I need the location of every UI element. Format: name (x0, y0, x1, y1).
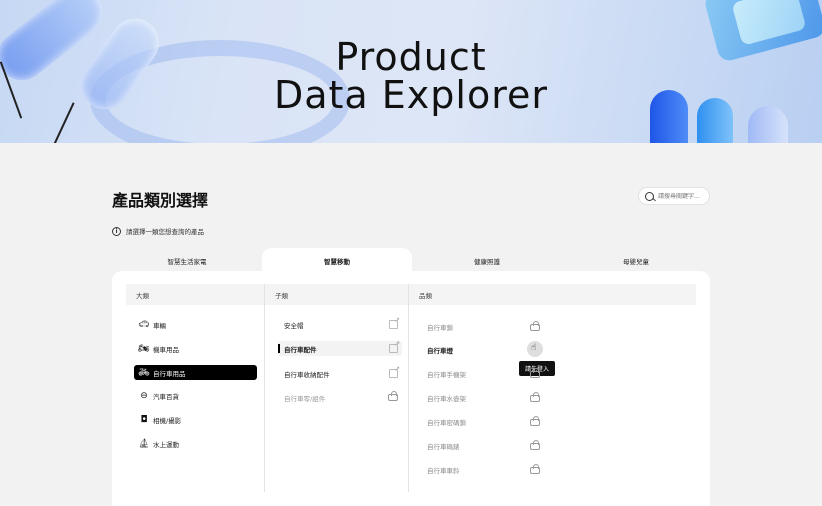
category-label: 自行車用品 (153, 369, 186, 378)
selector-card: 大類 子類 品類 🚗︎ 車輛 🏍︎ 機車用品 🚲︎ 自行車用品 ⊖ 汽車百貨 ◘ (112, 271, 710, 506)
subcategory-item-helmet[interactable]: 安全帽 (278, 316, 402, 332)
hero-title: Product Data Explorer (0, 38, 822, 114)
category-label: 車輛 (153, 322, 166, 330)
info-icon: i (112, 226, 121, 236)
subcategory-item-bike-storage[interactable]: 自行車收納配件 (278, 365, 402, 381)
lock-icon[interactable] (530, 392, 540, 402)
column-header-category: 大類 (126, 284, 264, 305)
hero-title-line1: Product (335, 35, 487, 79)
tab-smart-mobility[interactable]: 智慧移動 (262, 248, 412, 273)
column-header-label: 大類 (136, 291, 149, 300)
tab-label: 智慧生活家電 (167, 257, 207, 266)
lock-icon[interactable] (530, 368, 540, 378)
category-label: 汽車百貨 (153, 393, 179, 401)
car-icon: 🚗︎ (138, 320, 150, 330)
search-box[interactable] (638, 187, 710, 205)
tab-health-care[interactable]: 健康照護 (412, 248, 562, 273)
category-item-water-sports[interactable]: ⛵︎ 水上運動 (134, 437, 256, 451)
lock-icon[interactable] (530, 416, 540, 426)
subcategory-item-bike-parts[interactable]: 自行車零/組件 (278, 390, 402, 405)
hint-text: 請選擇一類您想查詢的產品 (126, 228, 204, 236)
lock-icon[interactable] (530, 321, 540, 331)
steering-wheel-icon: ⊖ (140, 391, 148, 401)
subcategory-item-bike-accessories[interactable]: 自行車配件 (278, 340, 402, 356)
camera-icon: ◘ (140, 415, 148, 425)
tab-mother-baby[interactable]: 母嬰兒童 (562, 248, 710, 273)
column-divider (264, 284, 265, 492)
column-header-label: 品類 (419, 291, 432, 300)
external-link-icon (389, 340, 400, 353)
section-title: 產品類別選擇 (112, 191, 209, 210)
search-input[interactable] (658, 192, 710, 200)
subcategory-label: 自行車配件 (284, 345, 317, 354)
tab-label: 母嬰兒童 (623, 257, 649, 266)
product-item[interactable]: 自行車燈 (427, 345, 453, 355)
external-link-icon (389, 365, 400, 378)
bicycle-icon: 🚲︎ (138, 367, 150, 378)
boat-icon: ⛵︎ (138, 439, 150, 449)
category-label: 水上運動 (153, 441, 179, 449)
category-item-camera[interactable]: ◘ 相機/攝影 (134, 413, 256, 427)
lock-icon[interactable] (530, 440, 540, 450)
external-link-icon (389, 316, 400, 329)
hero-title-line2: Data Explorer (273, 73, 549, 117)
product-item[interactable]: 自行車碼錶 (427, 441, 460, 451)
column-divider (408, 284, 409, 492)
page-body: 產品類別選擇 i 請選擇一類您想查詢的產品 智慧生活家電 智慧移動 健康照護 母… (0, 143, 822, 506)
category-label: 相機/攝影 (153, 417, 182, 425)
hero-banner: Product Data Explorer (0, 0, 822, 143)
tab-label: 健康照護 (474, 257, 500, 266)
subcategory-label: 安全帽 (284, 321, 304, 330)
lock-icon (388, 391, 398, 401)
category-item-vehicle[interactable]: 🚗︎ 車輛 (134, 318, 256, 332)
hand-cursor-icon: ☝ (531, 343, 537, 353)
tab-label: 智慧移動 (324, 257, 350, 266)
category-tabs: 智慧生活家電 智慧移動 健康照護 母嬰兒童 (112, 248, 710, 273)
column-header-label: 子類 (275, 291, 288, 300)
subcategory-label: 自行車零/組件 (284, 394, 326, 403)
column-header-product: 品類 (409, 284, 696, 305)
hint: i 請選擇一類您想查詢的產品 (112, 226, 204, 236)
tab-smart-home[interactable]: 智慧生活家電 (112, 248, 262, 273)
category-item-motorcycle[interactable]: 🏍︎ 機車用品 (134, 342, 256, 356)
column-header-subcategory: 子類 (265, 284, 408, 305)
category-label: 機車用品 (153, 346, 179, 354)
category-item-auto-goods[interactable]: ⊖ 汽車百貨 (134, 389, 256, 403)
motorcycle-icon: 🏍︎ (138, 344, 150, 354)
product-item[interactable]: 自行車鎖 (427, 322, 453, 332)
search-icon (645, 191, 654, 201)
product-item[interactable]: 自行車密碼鎖 (427, 417, 466, 427)
category-item-bicycle[interactable]: 🚲︎ 自行車用品 (134, 365, 257, 380)
subcategory-label: 自行車收納配件 (284, 370, 330, 379)
product-item[interactable]: 自行車手機架 (427, 369, 466, 379)
lock-icon[interactable] (530, 464, 540, 474)
product-item[interactable]: 自行車水壺架 (427, 393, 466, 403)
product-item[interactable]: 自行車車鈴 (427, 465, 460, 475)
